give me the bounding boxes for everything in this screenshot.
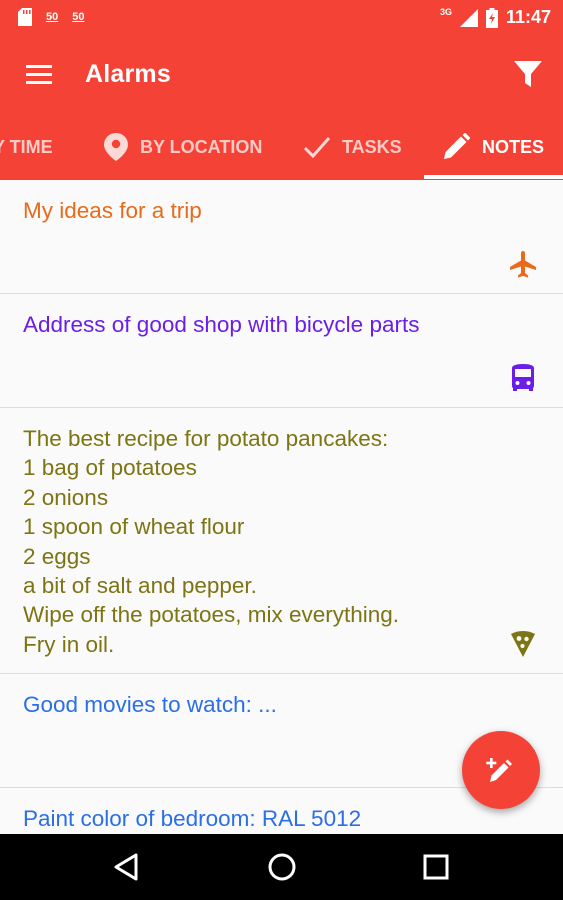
menu-button[interactable] <box>24 60 54 90</box>
status-bar: 50 50 3G 11:47 <box>0 0 563 36</box>
tab-by-location[interactable]: BY LOCATION <box>104 114 262 180</box>
tab-label: NOTES <box>482 136 545 157</box>
note-text: My ideas for a trip <box>23 198 202 223</box>
home-button[interactable] <box>264 849 300 885</box>
location-pin-icon <box>104 133 128 161</box>
battery-icon <box>485 7 498 28</box>
pizza-slice-icon <box>511 631 535 657</box>
notes-list: My ideas for a trip Address of good shop… <box>0 180 563 834</box>
tab-notes[interactable]: NOTES <box>442 114 544 180</box>
note-text: Paint color of bedroom: RAL 5012 <box>23 806 362 831</box>
airplane-icon <box>510 251 536 278</box>
filter-funnel-icon <box>514 61 542 87</box>
new-note-icon <box>486 758 512 782</box>
active-tab-indicator <box>424 175 563 179</box>
add-note-button[interactable] <box>462 731 540 809</box>
app-bar: Alarms <box>0 36 563 114</box>
tab-label: BY LOCATION <box>140 136 263 157</box>
recents-square-icon <box>423 854 449 880</box>
clock-time: 11:47 <box>505 7 551 27</box>
sd-card-icon <box>18 8 32 26</box>
tab-by-time[interactable]: BY TIME <box>0 114 53 180</box>
note-text: Good movies to watch: ... <box>23 692 277 717</box>
network-type: 3G <box>439 6 452 17</box>
note-text: The best recipe for potato pancakes: 1 b… <box>23 426 400 657</box>
page-title: Alarms <box>85 60 171 88</box>
note-text: Address of good shop with bicycle parts <box>23 312 420 337</box>
tab-label: TASKS <box>342 136 402 157</box>
system-navigation-bar <box>0 834 563 900</box>
filter-button[interactable] <box>513 58 543 90</box>
checkmark-icon <box>304 137 330 158</box>
home-circle-icon <box>268 853 296 881</box>
bus-icon <box>512 364 534 391</box>
note-item[interactable]: The best recipe for potato pancakes: 1 b… <box>0 408 563 674</box>
note-item[interactable]: My ideas for a trip <box>0 180 563 294</box>
pencil-icon <box>444 133 470 159</box>
back-button[interactable] <box>109 849 145 885</box>
hamburger-menu-icon <box>26 65 52 84</box>
notification-badge: 50 <box>72 10 85 23</box>
note-item[interactable]: Address of good shop with bicycle parts <box>0 294 563 408</box>
notification-badge: 50 <box>46 10 59 23</box>
tab-bar: BY TIME BY LOCATION TASKS NOTES <box>0 114 563 180</box>
signal-icon <box>459 8 478 27</box>
tab-label: BY TIME <box>0 136 53 157</box>
tab-tasks[interactable]: TASKS <box>304 114 402 180</box>
recents-button[interactable] <box>418 849 454 885</box>
back-triangle-icon <box>114 853 138 881</box>
